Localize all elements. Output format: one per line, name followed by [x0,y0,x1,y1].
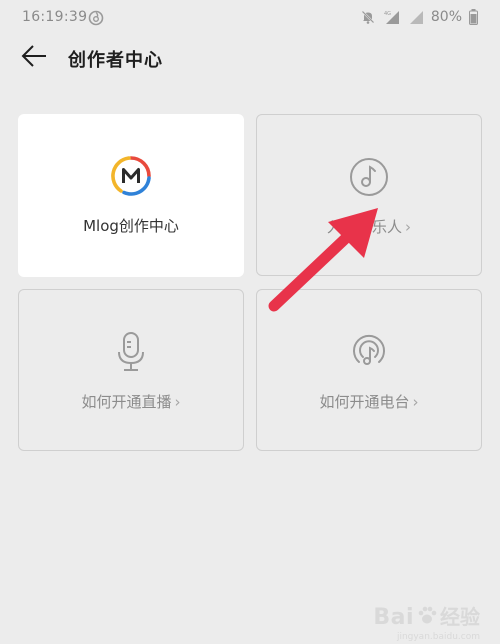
microphone-icon [109,330,153,374]
back-button[interactable] [18,42,50,74]
radio-card-text: 如何开通电台 [319,393,410,411]
mlog-card-text: Mlog创作中心 [83,217,179,235]
status-bar: 16:19:39 4G 80% [0,0,500,36]
page-title: 创作者中心 [68,50,163,71]
netease-notification-icon [88,10,104,26]
live-card-text: 如何开通直播 [81,393,172,411]
signal-icon: 4G [383,9,401,25]
mlog-card-label: Mlog创作中心 [83,215,179,236]
status-icons: 4G 80% [360,9,478,25]
watermark-cn: 经验 [440,605,480,629]
paw-logo-icon [416,604,438,630]
signal-secondary-icon [408,9,424,25]
join-musician-card[interactable]: 入驻音乐人 › [256,114,482,276]
battery-level: 80% [430,9,462,25]
chevron-right-icon: › [412,392,419,411]
radio-card-label: 如何开通电台 › [319,391,418,412]
podcast-icon [347,330,391,374]
how-to-go-live-card[interactable]: 如何开通直播 › [18,289,244,451]
musician-card-text: 入驻音乐人 [326,218,402,236]
app-header: 创作者中心 [0,38,500,78]
chevron-right-icon: › [405,217,411,236]
mlog-creator-center-card[interactable]: Mlog创作中心 [18,114,244,277]
arrow-left-icon [20,44,48,72]
live-card-label: 如何开通直播 › [81,391,180,412]
music-note-icon [347,155,391,199]
watermark-url: jingyan.baidu.com [396,632,480,642]
svg-text:4G: 4G [384,11,391,17]
watermark-brand: Bai [373,605,414,630]
musician-card-label: 入驻音乐人 › [327,216,411,237]
status-time: 16:19:39 [22,9,88,25]
baidu-jingyan-watermark: Bai 经验 jingyan.baidu.com [373,601,480,642]
how-to-open-radio-card[interactable]: 如何开通电台 › [256,289,482,451]
mlog-logo-icon [109,154,153,198]
battery-icon [469,9,478,25]
chevron-right-icon: › [174,392,181,411]
mute-bell-icon [360,9,376,25]
